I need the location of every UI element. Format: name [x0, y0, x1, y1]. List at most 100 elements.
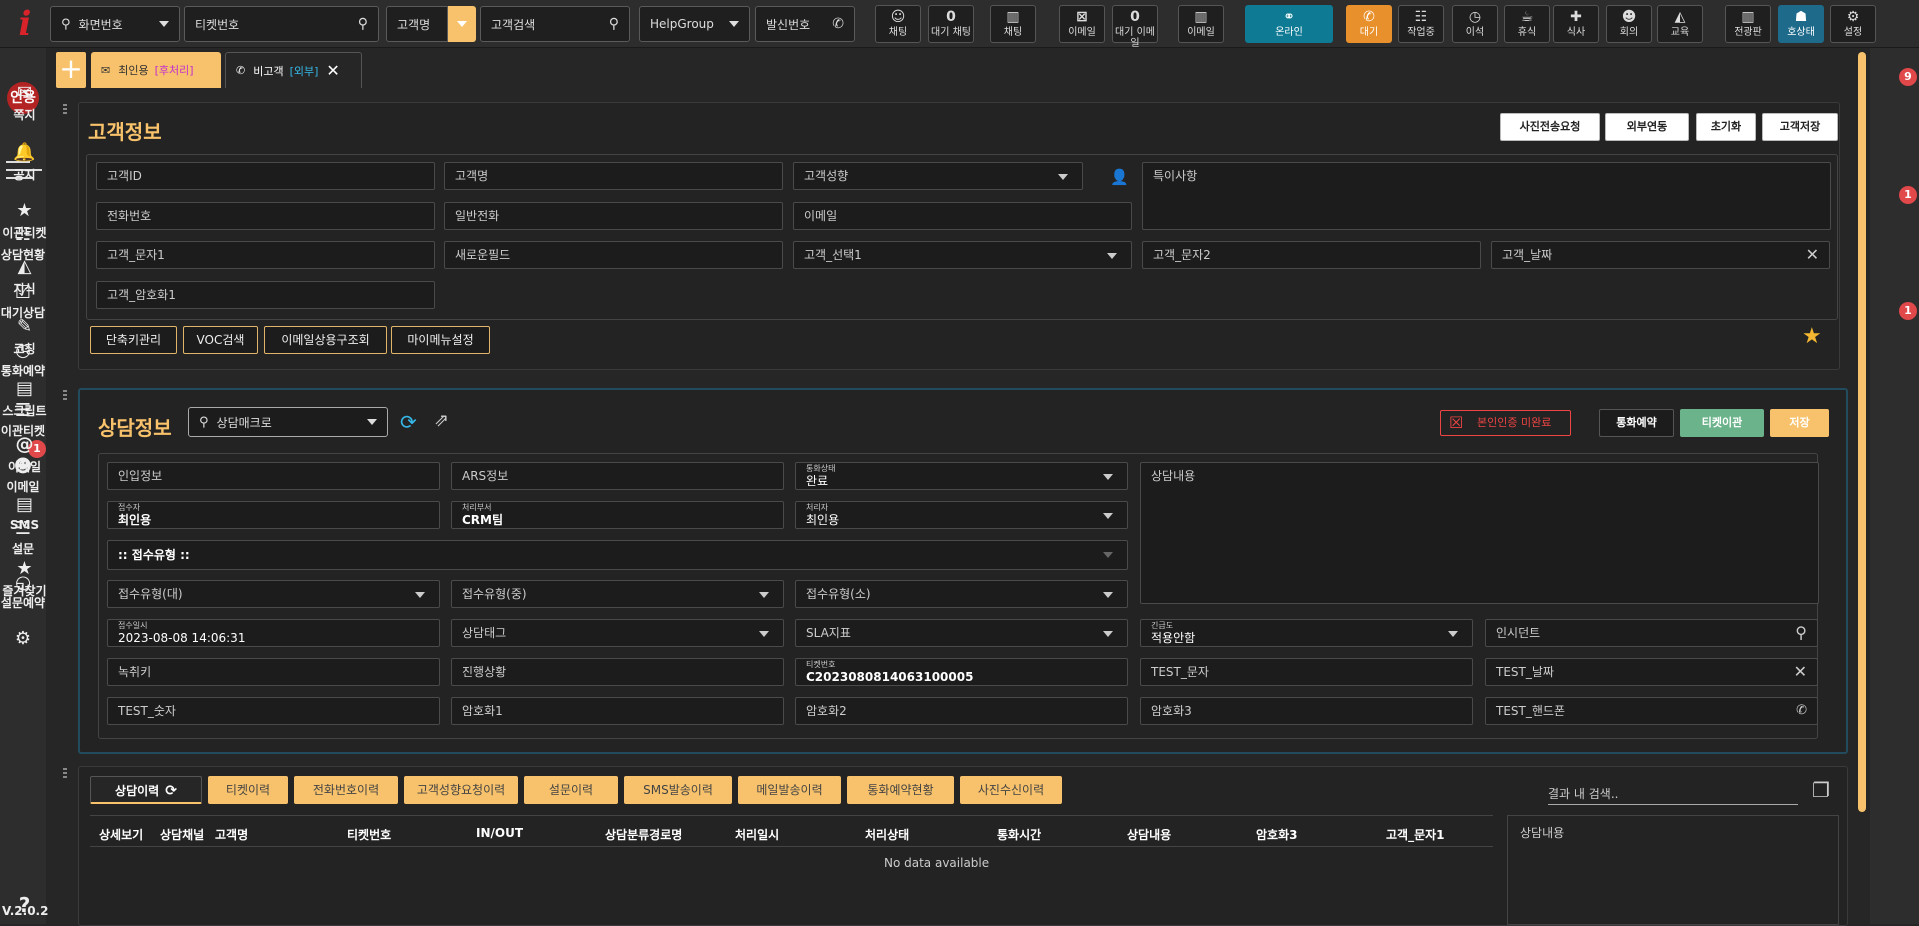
consult-content-field[interactable]: 상담내용 [1140, 462, 1819, 604]
receipt-time-field[interactable]: 접수일시 2023-08-08 14:06:31 [107, 619, 440, 647]
history-tab-0[interactable]: 상담이력 ⟳ [90, 776, 202, 804]
column-header-9[interactable]: 상담내용 [1127, 826, 1171, 843]
right-nav-item-1[interactable]: 🔔 공지 [0, 142, 49, 183]
column-header-3[interactable]: 티켓번호 [347, 826, 391, 843]
column-header-0[interactable]: 상세보기 [99, 826, 143, 843]
caller-number-input[interactable]: 발신번호 ✆ [755, 6, 855, 42]
history-tab-2[interactable]: 전화번호이력 [294, 776, 398, 804]
toolbar-button-0[interactable]: ☺ 채팅 [875, 5, 921, 43]
helpgroup-select[interactable]: HelpGroup [639, 6, 750, 42]
right-nav-item-7[interactable]: ▤ SMS [0, 494, 49, 532]
urgency-select[interactable]: 긴급도 적용안함 [1140, 619, 1473, 647]
ticket-transfer-button[interactable]: 티켓이관 [1680, 409, 1764, 437]
column-header-7[interactable]: 처리상태 [865, 826, 909, 843]
email-field[interactable]: 이메일 [793, 202, 1132, 230]
history-tab-6[interactable]: 메일발송이력 [738, 776, 841, 804]
close-icon[interactable]: ✕ [326, 61, 339, 80]
history-tab-7[interactable]: 통화예약현황 [847, 776, 954, 804]
toolbar-button-1[interactable]: 0 대기 채팅 [928, 5, 974, 43]
toolbar-button-2[interactable]: ▥ 채팅 [990, 5, 1036, 43]
customer-action-button-3[interactable]: 고객저장 [1762, 113, 1838, 141]
customer-search-input[interactable]: 고객검색 ⚲ [480, 6, 630, 42]
test-text-field[interactable]: TEST_문자 [1140, 658, 1473, 686]
external-link-icon[interactable]: ⇗ [434, 410, 449, 431]
customer-text1-field[interactable]: 고객_문자1 [96, 241, 435, 269]
test-number-field[interactable]: TEST_숫자 [107, 697, 440, 725]
customer-tool-button-0[interactable]: 단축키관리 [90, 326, 177, 354]
column-header-6[interactable]: 처리일시 [735, 826, 779, 843]
receiver-field[interactable]: 접수자 최인용 [107, 501, 440, 529]
test-date-field[interactable]: TEST_날짜 ✕ [1485, 658, 1818, 686]
toolbar-button-12[interactable]: ☻ 회의 [1606, 5, 1652, 43]
new-field[interactable]: 새로운필드 [444, 241, 783, 269]
toolbar-button-7[interactable]: ✆ 대기 [1346, 5, 1392, 43]
ticket-number-input[interactable]: 티켓번호 ⚲ [184, 6, 379, 42]
receipt-type-small-select[interactable]: 접수유형(소) [795, 580, 1128, 608]
customer-id-field[interactable]: 고객ID [96, 162, 435, 190]
toolbar-button-14[interactable]: ▥ 전광판 [1725, 5, 1771, 43]
add-tab-button[interactable]: + [56, 52, 86, 88]
toolbar-button-11[interactable]: ✚ 식사 [1553, 5, 1599, 43]
toolbar-button-10[interactable]: ☕ 휴식 [1504, 5, 1550, 43]
toolbar-button-8[interactable]: ☷ 작업중 [1398, 5, 1444, 43]
tel-field[interactable]: 일반전화 [444, 202, 783, 230]
customer-date-field[interactable]: 고객_날짜 ✕ [1491, 241, 1830, 269]
test-phone-field[interactable]: TEST_핸드폰 ✆ [1485, 697, 1818, 725]
customer-name-field[interactable]: 고객명 [444, 162, 783, 190]
star-icon[interactable]: ★ [1802, 324, 1822, 349]
drag-handle[interactable] [63, 768, 67, 778]
receipt-type-medium-select[interactable]: 접수유형(중) [451, 580, 784, 608]
refresh-icon[interactable]: ⟳ [400, 410, 417, 434]
column-header-8[interactable]: 통화시간 [997, 826, 1041, 843]
call-reserve-button[interactable]: 통화예약 [1599, 409, 1674, 437]
copy-icon[interactable]: ❐ [1812, 778, 1830, 802]
history-tab-5[interactable]: SMS발송이력 [624, 776, 732, 804]
consult-tag-select[interactable]: 상담태그 [451, 619, 784, 647]
history-search-input[interactable]: 결과 내 검색.. [1548, 781, 1798, 805]
right-nav-item-6[interactable]: @ 이메일 [0, 434, 49, 475]
column-header-1[interactable]: 상담채널 [160, 826, 204, 843]
close-icon[interactable]: ✕ [1794, 659, 1807, 685]
tab-choi[interactable]: ✉ 최인용 [후처리] [91, 52, 221, 88]
drag-handle[interactable] [63, 104, 67, 114]
column-header-10[interactable]: 암호화3 [1256, 826, 1297, 843]
refresh-icon[interactable]: ⟳ [165, 783, 177, 799]
auth-status-badge[interactable]: ☒ 본인인증 미완료 [1440, 410, 1571, 436]
column-header-11[interactable]: 고객_문자1 [1386, 826, 1445, 843]
tab-noncustomer[interactable]: ✆ 비고객 [외부] ✕ [225, 52, 362, 88]
add-person-icon[interactable]: 👤 [1110, 168, 1129, 186]
column-header-2[interactable]: 고객명 [215, 826, 248, 843]
toolbar-button-15[interactable]: ☗ 호상태 [1778, 5, 1824, 43]
toolbar-button-9[interactable]: ◷ 이석 [1452, 5, 1498, 43]
customer-text2-field[interactable]: 고객_문자2 [1142, 241, 1481, 269]
drag-handle[interactable] [63, 390, 67, 400]
toolbar-button-3[interactable]: ⊠ 이메일 [1059, 5, 1105, 43]
toolbar-button-16[interactable]: ⚙ 설정 [1830, 5, 1876, 43]
right-nav-item-2[interactable]: ★ 이관티켓 [0, 200, 49, 241]
column-header-4[interactable]: IN/OUT [476, 826, 523, 840]
record-key-field[interactable]: 녹취키 [107, 658, 440, 686]
customer-tool-button-2[interactable]: 이메일상용구조회 [264, 326, 387, 354]
customer-field-dropdown[interactable] [448, 6, 476, 42]
sla-select[interactable]: SLA지표 [795, 619, 1128, 647]
history-tab-4[interactable]: 설문이력 [524, 776, 618, 804]
customer-grade-select[interactable]: 고객성향 [793, 162, 1083, 190]
receipt-type-large-select[interactable]: 접수유형(대) [107, 580, 440, 608]
handler-select[interactable]: 처리자 최인용 [795, 501, 1128, 529]
search-icon[interactable]: ⚲ [1795, 620, 1807, 646]
customer-name-select[interactable]: 고객명 [386, 6, 448, 42]
customer-tool-button-1[interactable]: VOC검색 [183, 326, 258, 354]
enc3-field[interactable]: 암호화3 [1140, 697, 1473, 725]
enc1-field[interactable]: 암호화1 [451, 697, 784, 725]
column-header-5[interactable]: 상담분류경로명 [605, 826, 682, 843]
receipt-type-select[interactable]: :: 접수유형 :: [107, 540, 1128, 570]
customer-select1[interactable]: 고객_선택1 [793, 241, 1132, 269]
progress-field[interactable]: 진행상황 [451, 658, 784, 686]
customer-tool-button-3[interactable]: 마이메뉴설정 [391, 326, 490, 354]
customer-enc1-field[interactable]: 고객_암호화1 [96, 281, 435, 309]
toolbar-button-5[interactable]: ▥ 이메일 [1178, 5, 1224, 43]
call-state-select[interactable]: 통화상태 완료 [795, 462, 1128, 490]
history-tab-1[interactable]: 티켓이력 [208, 776, 288, 804]
help-icon[interactable]: ? [0, 893, 49, 917]
customer-action-button-0[interactable]: 사진전송요청 [1500, 113, 1600, 141]
